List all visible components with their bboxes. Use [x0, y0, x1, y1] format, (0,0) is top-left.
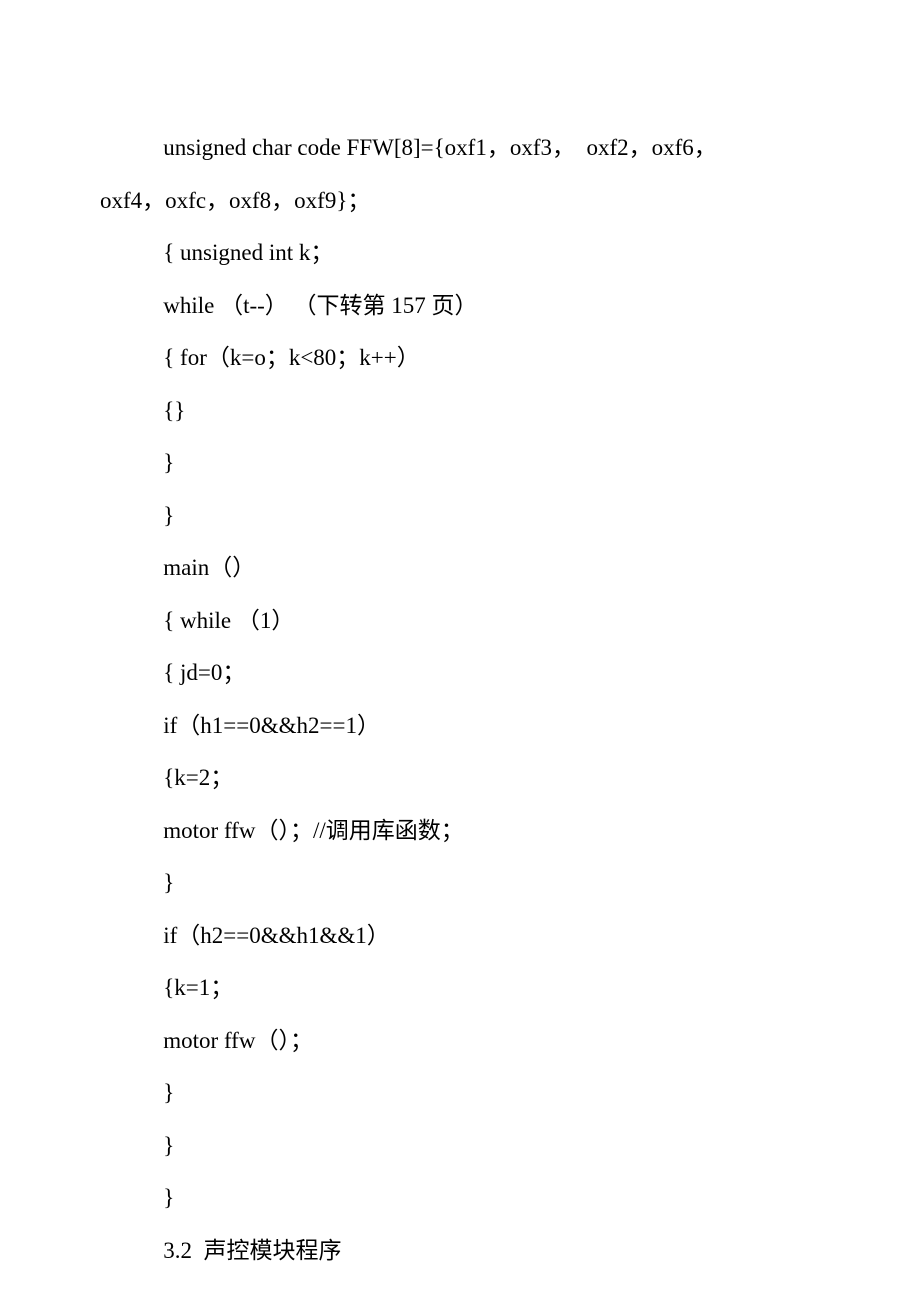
code-line: } [100, 857, 820, 910]
code-line: oxf4，oxfc，oxf8，oxf9}； [100, 175, 820, 228]
code-line: } [100, 1120, 820, 1173]
code-line: { unsigned int k； [100, 227, 820, 280]
code-line: {k=2； [100, 752, 820, 805]
code-line: if（h2==0&&h1&&1） [100, 910, 820, 963]
code-line: unsigned char code FFW[8]={oxf1，oxf3， ox… [100, 122, 820, 175]
code-line: if（h1==0&&h2==1） [100, 700, 820, 753]
code-line: { for（k=o；k<80；k++） [100, 332, 820, 385]
section-heading: 3.2 声控模块程序 [100, 1225, 820, 1278]
code-line: { jd=0； [100, 647, 820, 700]
code-line: { while （1） [100, 595, 820, 648]
code-line: } [100, 1067, 820, 1120]
code-line: } [100, 437, 820, 490]
code-line: main（） [100, 542, 820, 595]
code-line: {k=1； [100, 962, 820, 1015]
code-line: } [100, 490, 820, 543]
code-line: while （t--） （下转第 157 页） [100, 280, 820, 333]
code-line: motor ffw（）； [100, 1015, 820, 1068]
document-page: unsigned char code FFW[8]={oxf1，oxf3， ox… [0, 0, 920, 1302]
code-line: motor ffw（）；//调用库函数； [100, 805, 820, 858]
code-line: } [100, 1172, 820, 1225]
code-line: {} [100, 385, 820, 438]
